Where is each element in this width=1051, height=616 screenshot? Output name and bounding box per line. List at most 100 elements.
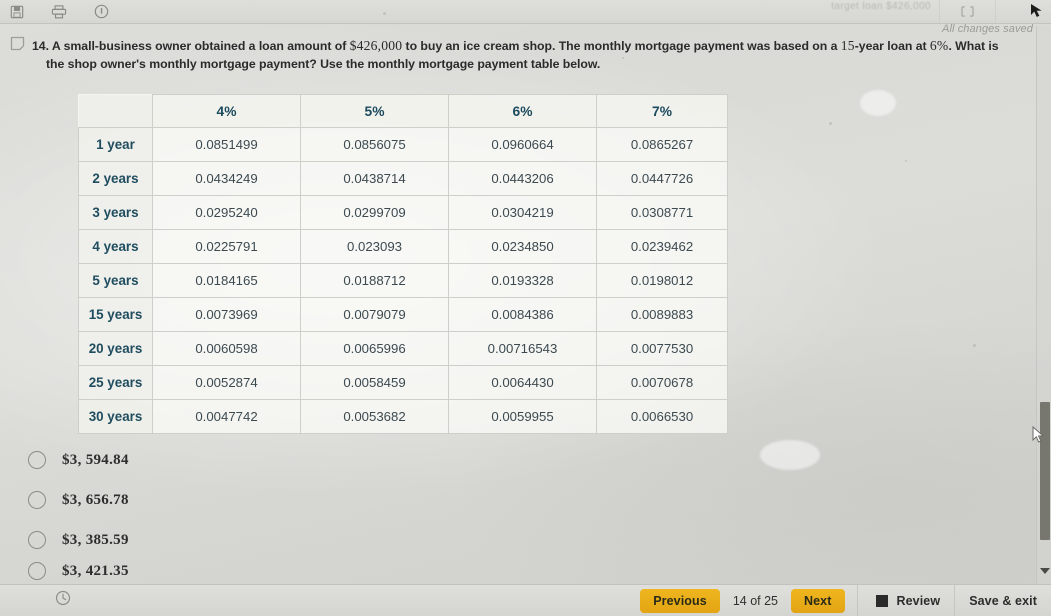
- table-cell: 0.0960664: [448, 127, 597, 162]
- table-row: 2 years 0.0434249 0.0438714 0.0443206 0.…: [78, 161, 728, 196]
- bottom-toolbar: Previous 14 of 25 Next Review Save & exi…: [0, 584, 1051, 616]
- table-cell: 0.0234850: [448, 229, 597, 264]
- table-cell: 0.0064430: [448, 365, 597, 400]
- table-cell: 0.0184165: [152, 263, 301, 298]
- table-col-header-3: 7%: [596, 94, 728, 128]
- question-text: 14. A small-business owner obtained a lo…: [27, 35, 999, 56]
- table-row: 5 years 0.0184165 0.0188712 0.0193328 0.…: [78, 263, 728, 298]
- scroll-down-arrow-icon[interactable]: [1040, 568, 1050, 574]
- table-cell: 0.0299709: [300, 195, 449, 230]
- radio-button-icon[interactable]: [28, 491, 46, 509]
- table-cell: 0.0438714: [300, 161, 449, 196]
- table-cell: 0.0060598: [152, 331, 301, 366]
- save-icon[interactable]: [8, 3, 26, 21]
- table-cell: 0.023093: [300, 229, 449, 264]
- radio-button-icon[interactable]: [28, 562, 46, 580]
- table-row: 20 years 0.0060598 0.0065996 0.00716543 …: [78, 331, 728, 366]
- table-col-header-2: 6%: [448, 94, 597, 128]
- table-cell: 0.0058459: [300, 365, 449, 400]
- table-cell: 0.0434249: [152, 161, 301, 196]
- save-exit-label: Save & exit: [969, 593, 1037, 608]
- table-row: 1 year 0.0851499 0.0856075 0.0960664 0.0…: [78, 127, 728, 162]
- table-cell: 0.0079079: [300, 297, 449, 332]
- table-cell: 0.0304219: [448, 195, 597, 230]
- table-row-label: 30 years: [78, 399, 153, 434]
- table-body: 1 year 0.0851499 0.0856075 0.0960664 0.0…: [78, 127, 728, 434]
- info-icon[interactable]: [92, 3, 110, 21]
- previous-button[interactable]: Previous: [640, 588, 720, 613]
- table-cell: 0.0052874: [152, 365, 301, 400]
- scan-speck: [383, 12, 386, 15]
- answer-option-1[interactable]: $3, 656.78: [28, 480, 458, 520]
- question-line1-d: . What is: [948, 39, 999, 53]
- bookmark-flag-icon[interactable]: [10, 36, 27, 56]
- question-block: 14. A small-business owner obtained a lo…: [10, 35, 1031, 75]
- review-label: Review: [896, 593, 941, 608]
- mortgage-payment-table: 4% 5% 6% 7% 1 year 0.0851499 0.0856075 0…: [78, 94, 728, 434]
- table-row: 3 years 0.0295240 0.0299709 0.0304219 0.…: [78, 195, 728, 230]
- scrollbar-thumb[interactable]: [1040, 402, 1050, 540]
- question-line1-b: to buy an ice cream shop. The monthly mo…: [402, 39, 841, 53]
- table-cell: 0.0077530: [596, 331, 728, 366]
- table-row: 4 years 0.0225791 0.023093 0.0234850 0.0…: [78, 229, 728, 264]
- table-cell: 0.0193328: [448, 263, 597, 298]
- print-icon[interactable]: [50, 3, 68, 21]
- table-col-header-1: 5%: [300, 94, 449, 128]
- table-header-row: 4% 5% 6% 7%: [78, 94, 728, 128]
- question-term: 15: [840, 38, 855, 53]
- bottom-nav-group: Previous 14 of 25 Next Review Save & exi…: [640, 584, 1051, 616]
- next-button[interactable]: Next: [791, 588, 845, 613]
- answer-option-label: $3, 385.59: [62, 531, 129, 548]
- question-loan-amount: $426,000: [349, 38, 403, 53]
- top-toolbar: target loan $426,000: [0, 0, 1051, 24]
- radio-button-icon[interactable]: [28, 451, 46, 469]
- window-restore-icon[interactable]: [939, 0, 995, 24]
- table-row-label: 25 years: [78, 365, 153, 400]
- save-and-exit-button[interactable]: Save & exit: [954, 584, 1051, 616]
- table-cell: 0.0851499: [152, 127, 301, 162]
- table-cell: 0.0198012: [596, 263, 728, 298]
- answer-option-3[interactable]: $3, 421.35: [28, 560, 458, 582]
- table-cell: 0.0070678: [596, 365, 728, 400]
- table-header: 4% 5% 6% 7%: [78, 94, 728, 128]
- table-cell: 0.0047742: [152, 399, 301, 434]
- table-cell: 0.0239462: [596, 229, 728, 264]
- question-line2: the shop owner's monthly mortgage paymen…: [46, 57, 601, 72]
- table-row: 15 years 0.0073969 0.0079079 0.0084386 0…: [78, 297, 728, 332]
- vertical-scrollbar[interactable]: [1036, 26, 1051, 584]
- question-rate: 6%: [929, 38, 949, 53]
- question-line1-c: -year loan at: [854, 39, 930, 53]
- answer-option-label: $3, 421.35: [62, 562, 129, 579]
- table-row-label: 3 years: [78, 195, 153, 230]
- question-line1-a: A small-business owner obtained a loan a…: [51, 39, 350, 53]
- table-cell: 0.0447726: [596, 161, 728, 196]
- table-cell: 0.0053682: [300, 399, 449, 434]
- table-corner-cell: [78, 94, 153, 128]
- table-row: 30 years 0.0047742 0.0053682 0.0059955 0…: [78, 399, 728, 434]
- ghost-overlay-text: target loan $426,000: [831, 1, 931, 12]
- table-cell: 0.0188712: [300, 263, 449, 298]
- table-row-label: 20 years: [78, 331, 153, 366]
- review-toggle[interactable]: Review: [856, 584, 955, 616]
- table-row-label: 15 years: [78, 297, 153, 332]
- mouse-pointer-icon: [1032, 425, 1045, 444]
- mortgage-payment-table-wrapper: 4% 5% 6% 7% 1 year 0.0851499 0.0856075 0…: [78, 94, 728, 434]
- table-cell: 0.0856075: [300, 127, 449, 162]
- checkbox-checked-icon[interactable]: [875, 594, 888, 607]
- table-cell: 0.0066530: [596, 399, 728, 434]
- question-number: 14.: [32, 39, 49, 53]
- table-row: 25 years 0.0052874 0.0058459 0.0064430 0…: [78, 365, 728, 400]
- toolbar-icon-group: [0, 3, 110, 21]
- clock-icon[interactable]: [55, 590, 71, 611]
- scan-lightspot: [860, 90, 896, 116]
- table-cell: 0.00716543: [448, 331, 597, 366]
- table-col-header-0: 4%: [152, 94, 301, 128]
- answer-option-2[interactable]: $3, 385.59: [28, 520, 458, 560]
- answer-option-label: $3, 656.78: [62, 491, 129, 508]
- radio-button-icon[interactable]: [28, 531, 46, 549]
- answer-option-0[interactable]: $3, 594.84: [28, 440, 458, 480]
- table-row-label: 2 years: [78, 161, 153, 196]
- scan-speck: [973, 344, 976, 347]
- cursor-arrow-icon: [1029, 2, 1047, 20]
- table-cell: 0.0059955: [448, 399, 597, 434]
